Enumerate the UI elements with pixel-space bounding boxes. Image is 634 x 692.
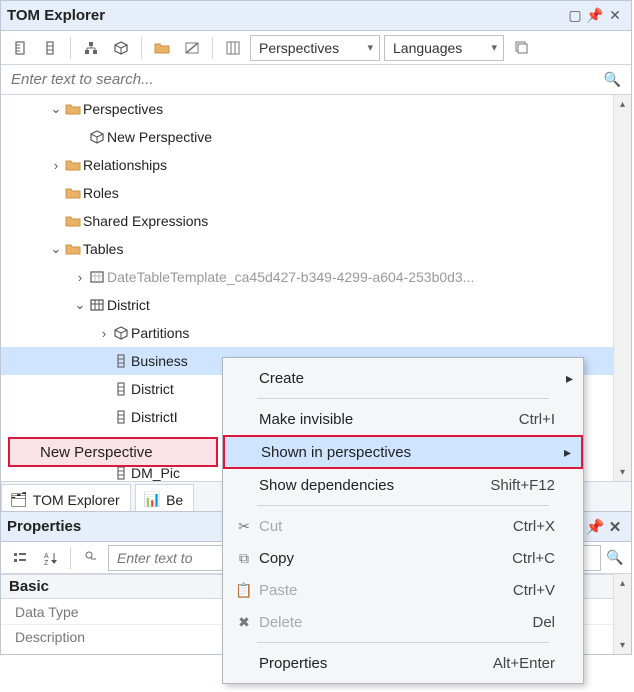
window-options-icon[interactable]: ▢	[565, 7, 585, 24]
ctx-separator	[257, 398, 549, 399]
close-icon[interactable]: ✕	[605, 518, 625, 536]
folder-icon	[63, 185, 83, 201]
context-menu: Create ▸ Make invisible Ctrl+I Shown in …	[222, 357, 584, 684]
ctx-separator	[257, 505, 549, 506]
properties-scrollbar[interactable]: ▴ ▾	[613, 574, 631, 654]
toolbar-measure-icon[interactable]	[7, 35, 33, 61]
tree-node-district[interactable]: ⌄ District	[1, 291, 613, 319]
chevron-right-icon[interactable]: ›	[73, 270, 87, 285]
tab-be-icon: 📊	[144, 491, 161, 508]
ctx-properties[interactable]: Properties Alt+Enter	[223, 647, 583, 679]
pin-icon[interactable]: 📌	[585, 7, 605, 24]
column-icon	[111, 381, 131, 397]
properties-title: Properties	[7, 518, 81, 535]
search-icon[interactable]: 🔍	[604, 71, 621, 88]
chevron-down-icon[interactable]: ⌄	[73, 297, 87, 313]
chevron-right-icon[interactable]: ›	[97, 326, 111, 341]
ctx-delete: ✖ Delete Del	[223, 606, 583, 638]
alphabetical-icon[interactable]: AZ	[37, 545, 63, 571]
tab-tree-icon: 🗂	[10, 491, 28, 508]
chevron-right-icon[interactable]: ›	[49, 158, 63, 173]
tab-be[interactable]: 📊 Be	[135, 484, 195, 511]
tree-node-shared-expressions[interactable]: Shared Expressions	[1, 207, 613, 235]
folder-open-icon	[63, 101, 83, 117]
flag-icon[interactable]	[78, 545, 104, 571]
ctx-shown-in-perspectives[interactable]: Shown in perspectives ▸	[223, 435, 583, 469]
annotation-new-perspective: New Perspective	[8, 437, 218, 467]
tree-node-tables[interactable]: ⌄ Tables	[1, 235, 613, 263]
cube-icon	[87, 129, 107, 145]
scroll-down-icon[interactable]: ▾	[614, 636, 631, 654]
paste-icon: 📋	[229, 582, 259, 599]
toolbar-partition-icon[interactable]	[108, 35, 134, 61]
column-icon	[111, 465, 131, 481]
scroll-up-icon[interactable]: ▴	[614, 95, 631, 113]
svg-text:A: A	[44, 553, 49, 560]
toolbar-columns-icon[interactable]	[220, 35, 246, 61]
search-icon[interactable]: 🔍	[605, 549, 625, 566]
tab-tom-explorer[interactable]: 🗂 TOM Explorer	[1, 484, 131, 511]
perspectives-dropdown[interactable]: Perspectives	[250, 35, 380, 61]
column-icon	[111, 409, 131, 425]
tom-explorer-title: TOM Explorer	[7, 7, 105, 24]
column-icon	[111, 353, 131, 369]
tree-node-partitions[interactable]: › Partitions	[1, 319, 613, 347]
scroll-up-icon[interactable]: ▴	[614, 574, 631, 592]
chevron-down-icon[interactable]: ⌄	[49, 241, 63, 257]
categorized-icon[interactable]	[7, 545, 33, 571]
tom-explorer-titlebar: TOM Explorer ▢ 📌 ✕	[1, 1, 631, 31]
ctx-create[interactable]: Create ▸	[223, 362, 583, 394]
chevron-right-icon: ▸	[555, 370, 573, 387]
toolbar-folder-icon[interactable]	[149, 35, 175, 61]
chevron-down-icon[interactable]: ⌄	[49, 101, 63, 117]
ctx-show-dependencies[interactable]: Show dependencies Shift+F12	[223, 469, 583, 501]
toolbar-hidden-icon[interactable]	[179, 35, 205, 61]
folder-icon	[63, 157, 83, 173]
toolbar-hierarchy-icon[interactable]	[78, 35, 104, 61]
toolbar-column-icon[interactable]	[37, 35, 63, 61]
tree-node-date-template[interactable]: › DateTableTemplate_ca45d427-b349-4299-a…	[1, 263, 613, 291]
tree-scrollbar[interactable]: ▴ ▾	[613, 95, 631, 481]
ctx-separator	[257, 642, 549, 643]
ctx-copy[interactable]: ⧉ Copy Ctrl+C	[223, 542, 583, 574]
copy-icon: ⧉	[229, 550, 259, 567]
tree-node-new-perspective[interactable]: New Perspective	[1, 123, 613, 151]
ctx-make-invisible[interactable]: Make invisible Ctrl+I	[223, 403, 583, 435]
tree-node-roles[interactable]: Roles	[1, 179, 613, 207]
chevron-right-icon: ▸	[553, 444, 571, 461]
delete-icon: ✖	[229, 614, 259, 631]
close-icon[interactable]: ✕	[605, 7, 625, 24]
scroll-down-icon[interactable]: ▾	[614, 463, 631, 481]
pin-icon[interactable]: 📌	[585, 518, 605, 536]
partitions-icon	[111, 325, 131, 341]
tom-explorer-search-input[interactable]	[9, 70, 623, 89]
table-icon	[87, 297, 107, 313]
folder-icon	[63, 213, 83, 229]
tom-explorer-toolbar: Perspectives Languages	[1, 31, 631, 65]
folder-open-icon	[63, 241, 83, 257]
svg-text:Z: Z	[44, 560, 49, 566]
tom-explorer-searchbar: 🔍	[1, 65, 631, 95]
ctx-paste: 📋 Paste Ctrl+V	[223, 574, 583, 606]
table-icon	[87, 269, 107, 285]
cut-icon: ✂	[229, 518, 259, 535]
toolbar-windows-icon[interactable]	[508, 35, 534, 61]
tree-node-relationships[interactable]: › Relationships	[1, 151, 613, 179]
ctx-cut: ✂ Cut Ctrl+X	[223, 510, 583, 542]
languages-dropdown[interactable]: Languages	[384, 35, 504, 61]
tree-node-perspectives[interactable]: ⌄ Perspectives	[1, 95, 613, 123]
